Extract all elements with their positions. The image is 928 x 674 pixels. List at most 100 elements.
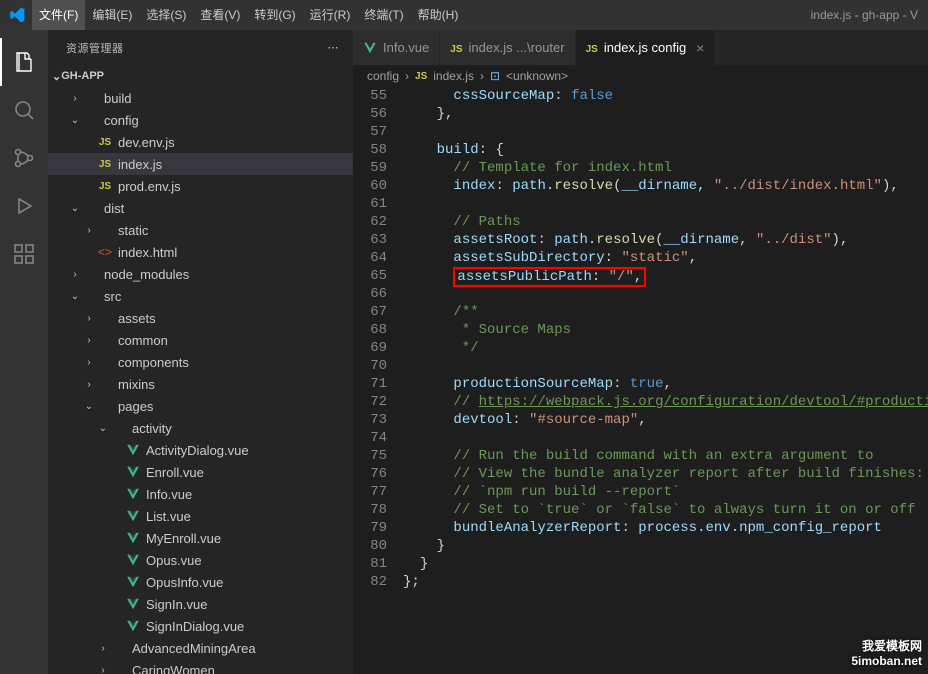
menu-terminal[interactable]: 终端(T)	[357, 0, 410, 30]
tree-label: node_modules	[104, 267, 189, 282]
tree-label: build	[104, 91, 131, 106]
tree-folder[interactable]: ›common	[48, 329, 353, 351]
tab-label: index.js config	[604, 40, 686, 55]
chevron-icon: ⌄	[96, 423, 110, 434]
editor-tab[interactable]: JSindex.js config×	[576, 30, 716, 65]
editor-tab[interactable]: Info.vue	[353, 30, 440, 65]
tree-file[interactable]: JS dev.env.js	[48, 131, 353, 153]
line-gutter: 5556575859606162636465666768697071727374…	[353, 87, 403, 674]
vue-icon	[124, 531, 142, 545]
tree-label: src	[104, 289, 121, 304]
activitybar	[0, 30, 48, 674]
chevron-icon: ›	[82, 313, 96, 324]
vue-icon	[363, 41, 377, 55]
tree-folder[interactable]: ⌄ activity	[48, 417, 353, 439]
tree-file[interactable]: List.vue	[48, 505, 353, 527]
menu-file[interactable]: 文件(F)	[32, 0, 85, 30]
explorer-title-text: 资源管理器	[66, 40, 124, 56]
tree-folder[interactable]: ⌄pages	[48, 395, 353, 417]
tree-folder[interactable]: › build	[48, 87, 353, 109]
tree-folder[interactable]: › components	[48, 351, 353, 373]
workspace-header[interactable]: ⌄ GH-APP	[48, 65, 353, 87]
source-control-icon[interactable]	[0, 134, 48, 182]
explorer-more-icon[interactable]: ⋯	[328, 41, 354, 54]
search-icon[interactable]	[0, 86, 48, 134]
tree-file[interactable]: MyEnroll.vue	[48, 527, 353, 549]
tree-label: components	[118, 355, 189, 370]
vue-icon	[124, 509, 142, 523]
vue-icon	[124, 465, 142, 479]
tree-file[interactable]: ActivityDialog.vue	[48, 439, 353, 461]
tree-file[interactable]: Opus.vue	[48, 549, 353, 571]
explorer-icon[interactable]	[0, 38, 48, 86]
file-tree[interactable]: ›build⌄configJSdev.env.jsJSindex.jsJSpro…	[48, 87, 353, 674]
tree-folder[interactable]: ›static	[48, 219, 353, 241]
menu-edit[interactable]: 编辑(E)	[85, 0, 139, 30]
js-icon: JS	[96, 137, 114, 148]
chevron-icon: ›	[82, 225, 96, 236]
chevron-icon: ›	[82, 357, 96, 368]
menu-run[interactable]: 运行(R)	[303, 0, 358, 30]
tree-file[interactable]: Enroll.vue	[48, 461, 353, 483]
tree-label: Opus.vue	[146, 553, 202, 568]
tree-folder[interactable]: ›CaringWomen	[48, 659, 353, 674]
menu-select[interactable]: 选择(S)	[139, 0, 193, 30]
tree-label: SignIn.vue	[146, 597, 207, 612]
breadcrumb-seg[interactable]: index.js	[433, 69, 474, 83]
tree-file[interactable]: Info.vue	[48, 483, 353, 505]
tree-label: AdvancedMiningArea	[132, 641, 256, 656]
chevron-icon: ⌄	[68, 291, 82, 302]
menu-view[interactable]: 查看(V)	[193, 0, 247, 30]
tree-label: config	[104, 113, 139, 128]
tree-label: index.js	[118, 157, 162, 172]
watermark: 我爱模板网 5imoban.net	[851, 637, 922, 668]
tree-label: activity	[132, 421, 172, 436]
tree-folder[interactable]: ⌄ src	[48, 285, 353, 307]
extensions-icon[interactable]	[0, 230, 48, 278]
vscode-logo-icon	[8, 6, 26, 24]
tree-folder[interactable]: › node_modules	[48, 263, 353, 285]
js-icon: JS	[415, 71, 427, 82]
run-debug-icon[interactable]	[0, 182, 48, 230]
menu-help[interactable]: 帮助(H)	[411, 0, 466, 30]
tree-folder[interactable]: ›AdvancedMiningArea	[48, 637, 353, 659]
symbol-icon: ⊡	[490, 69, 500, 83]
tree-folder[interactable]: ⌄dist	[48, 197, 353, 219]
tree-label: SignInDialog.vue	[146, 619, 244, 634]
code-editor[interactable]: 5556575859606162636465666768697071727374…	[353, 87, 928, 674]
window-title: index.js - gh-app - V	[811, 8, 928, 22]
tree-file[interactable]: SignInDialog.vue	[48, 615, 353, 637]
tree-label: pages	[118, 399, 153, 414]
breadcrumb-seg[interactable]: config	[367, 69, 399, 83]
tree-label: OpusInfo.vue	[146, 575, 223, 590]
sidebar: 资源管理器 ⋯ ⌄ GH-APP ›build⌄configJSdev.env.…	[48, 30, 353, 674]
tabs-bar: Info.vueJSindex.js ...\routerJSindex.js …	[353, 30, 928, 65]
tree-file[interactable]: JSindex.js	[48, 153, 353, 175]
vue-icon	[124, 553, 142, 567]
editor-group: Info.vue JSindex.js ...\router JS index.js …	[353, 30, 928, 674]
tree-folder[interactable]: ›assets	[48, 307, 353, 329]
code-lines[interactable]: cssSourceMap: false }, build: { // Templ…	[403, 87, 928, 674]
tree-folder[interactable]: ⌄config	[48, 109, 353, 131]
chevron-icon: ›	[68, 269, 82, 280]
workspace-name: GH-APP	[61, 70, 104, 82]
menu-go[interactable]: 转到(G)	[247, 0, 302, 30]
breadcrumbs[interactable]: config › JS index.js › ⊡ <unknown>	[353, 65, 928, 87]
chevron-icon: ⌄	[68, 203, 82, 214]
vue-icon	[124, 575, 142, 589]
chevron-right-icon: ›	[405, 69, 409, 83]
tree-file[interactable]: SignIn.vue	[48, 593, 353, 615]
tree-file[interactable]: JSprod.env.js	[48, 175, 353, 197]
tree-label: dev.env.js	[118, 135, 175, 150]
tree-folder[interactable]: ›mixins	[48, 373, 353, 395]
tree-file[interactable]: OpusInfo.vue	[48, 571, 353, 593]
close-icon[interactable]: ×	[696, 40, 704, 56]
tab-label: Info.vue	[383, 40, 429, 55]
chevron-icon: ›	[68, 93, 82, 104]
breadcrumb-seg[interactable]: <unknown>	[506, 69, 568, 83]
editor-tab[interactable]: JSindex.js ...\router	[440, 30, 575, 65]
chevron-icon: ›	[96, 665, 110, 674]
vue-icon	[124, 487, 142, 501]
tree-file[interactable]: <>index.html	[48, 241, 353, 263]
chevron-icon: ›	[82, 335, 96, 346]
